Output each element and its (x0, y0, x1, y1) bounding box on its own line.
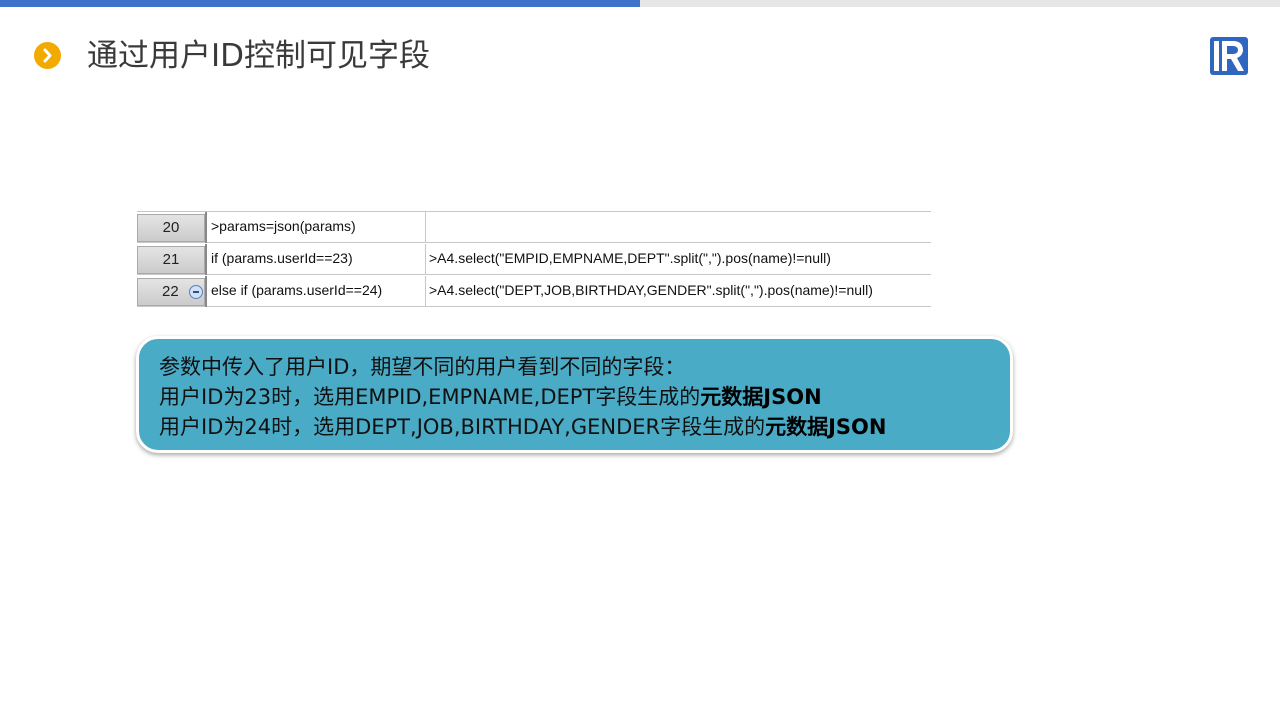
code-grid: 20 >params=json(params) 21 if (params.us… (137, 211, 931, 307)
callout-line-3: 用户ID为24时，选用DEPT,JOB,BIRTHDAY,GENDER字段生成的… (159, 412, 1010, 442)
callout-line-3-bold: 元数据JSON (765, 415, 887, 439)
cell-a[interactable]: else if (params.userId==24) (207, 276, 426, 307)
callout-line-3-text: 用户ID为24时，选用DEPT,JOB,BIRTHDAY,GENDER字段生成的 (159, 415, 766, 439)
cell-a[interactable]: >params=json(params) (207, 212, 426, 243)
row-number[interactable]: 21 (137, 246, 205, 274)
slide: 通过用户ID控制可见字段 20 >params=json(params) 21 … (0, 0, 1280, 720)
row-number-header[interactable]: 22 (137, 278, 205, 306)
callout-box: 参数中传入了用户ID，期望不同的用户看到不同的字段： 用户ID为23时，选用EM… (136, 336, 1013, 453)
row-number: 22 (162, 283, 179, 300)
r-logo-icon (1209, 36, 1249, 76)
grid-row: 20 >params=json(params) (137, 212, 931, 243)
row-number[interactable]: 20 (137, 214, 205, 242)
cell-a[interactable]: if (params.userId==23) (207, 244, 426, 275)
callout-line-2: 用户ID为23时，选用EMPID,EMPNAME,DEPT字段生成的元数据JSO… (159, 382, 1010, 412)
top-gray-bar (640, 0, 1280, 7)
cell-b[interactable]: >A4.select("EMPID,EMPNAME,DEPT".split(",… (426, 244, 931, 275)
page-title: 通过用户ID控制可见字段 (87, 38, 431, 74)
callout-line-1: 参数中传入了用户ID，期望不同的用户看到不同的字段： (159, 355, 686, 379)
grid-row: 22 else if (params.userId==24) >A4.selec… (137, 276, 931, 307)
grid-row: 21 if (params.userId==23) >A4.select("EM… (137, 244, 931, 275)
chevron-right-icon (34, 42, 61, 69)
cell-b[interactable] (426, 212, 931, 243)
cell-b[interactable]: >A4.select("DEPT,JOB,BIRTHDAY,GENDER".sp… (426, 276, 931, 307)
minus-circle-icon[interactable] (189, 285, 203, 299)
callout-line-2-text: 用户ID为23时，选用EMPID,EMPNAME,DEPT字段生成的 (159, 385, 701, 409)
callout-line-2-bold: 元数据JSON (700, 385, 822, 409)
top-accent-bar (0, 0, 640, 7)
